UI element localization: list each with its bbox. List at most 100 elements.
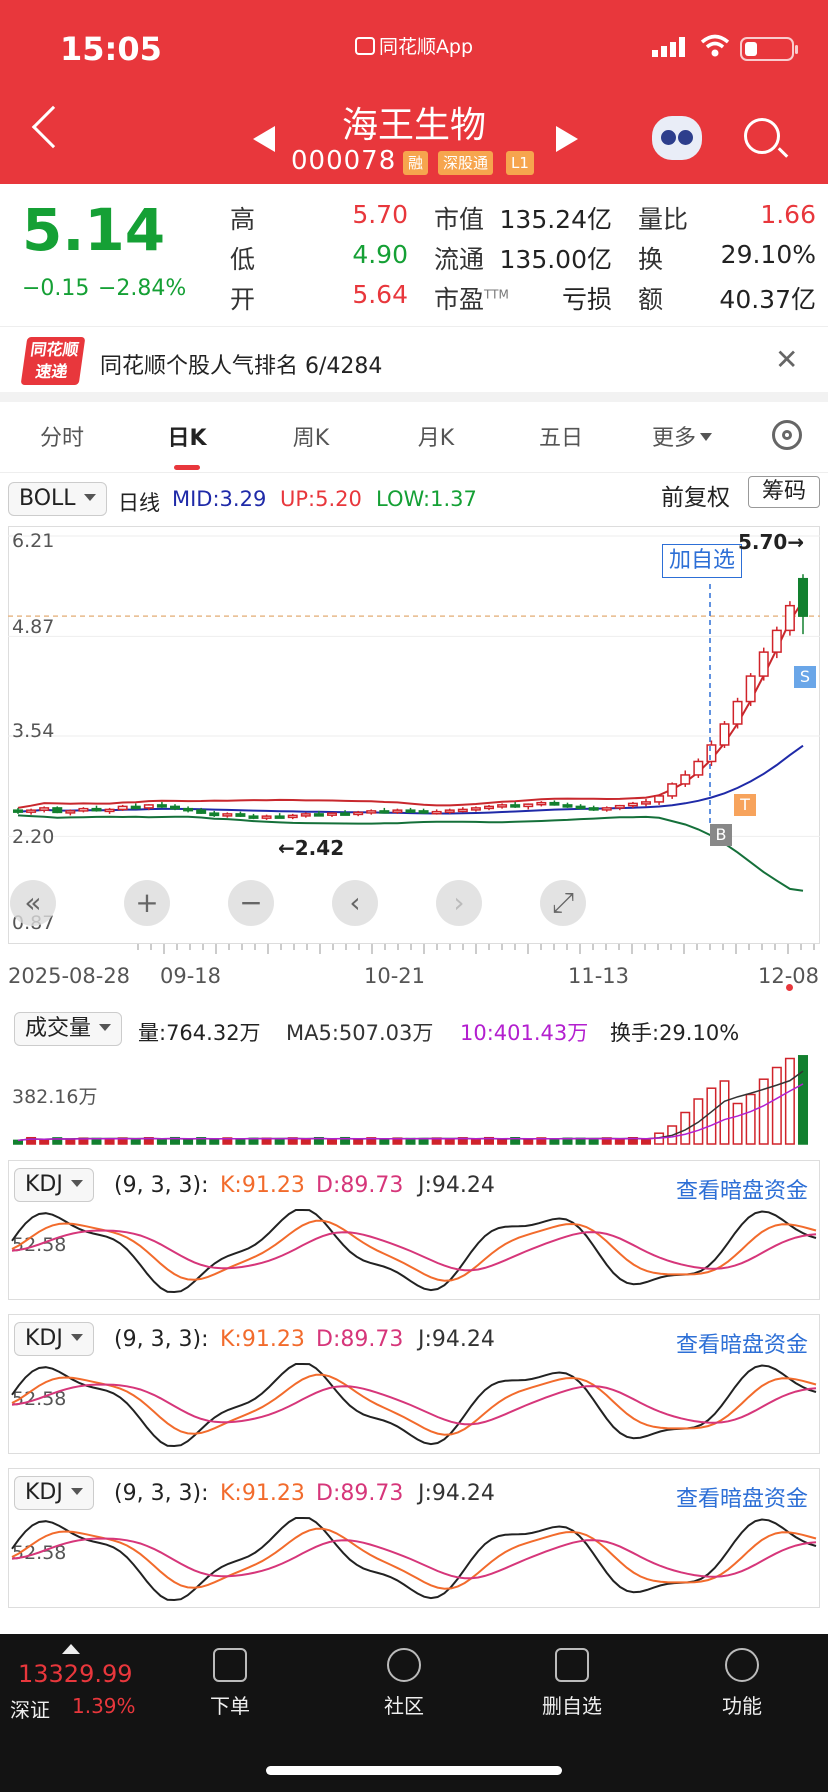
kdj-k-line — [11, 1527, 817, 1590]
indicator-select-kdj[interactable]: KDJ — [14, 1322, 94, 1356]
candle-body — [680, 774, 691, 785]
kline-chart[interactable] — [8, 526, 820, 944]
candle-body — [274, 815, 285, 819]
indicator-select-volume[interactable]: 成交量 — [14, 1012, 123, 1046]
candle-body — [758, 651, 769, 677]
close-icon[interactable]: ✕ — [775, 343, 798, 376]
date-label: 11-13 — [568, 964, 630, 988]
date-label: 10-21 — [364, 964, 426, 988]
kdj-k: K:91.23 — [220, 1327, 305, 1352]
volume-ma10: 10:401.43万 — [460, 1021, 589, 1045]
tab-monthly-k[interactable]: 月K — [396, 420, 476, 452]
price-tick: 3.54 — [12, 720, 55, 742]
candle-body — [183, 807, 194, 812]
tab-more[interactable]: 更多 — [642, 420, 722, 452]
volume-chart[interactable] — [8, 1050, 820, 1146]
volume-bar — [497, 1139, 508, 1145]
expand-up-icon[interactable] — [62, 1644, 80, 1654]
float-value: 135.00亿 — [499, 245, 612, 274]
zoom-in-button[interactable]: + — [124, 880, 170, 926]
tab-daily-k[interactable]: 日K — [147, 420, 227, 452]
tab-weekly-k[interactable]: 周K — [271, 420, 351, 452]
next-stock-icon[interactable] — [556, 126, 578, 152]
tab-intraday[interactable]: 分时 — [22, 420, 102, 452]
zoom-out-button[interactable]: − — [228, 880, 274, 926]
price-change-pct: −2.84% — [98, 276, 187, 301]
kdj-chart[interactable] — [8, 1204, 820, 1298]
volume-bar — [156, 1139, 167, 1145]
kdj-chart[interactable] — [8, 1358, 820, 1452]
tag-level1: L1 — [506, 151, 534, 175]
volume-bar — [379, 1138, 390, 1145]
volume-bar — [784, 1057, 795, 1145]
scroll-start-button[interactable]: « — [10, 880, 56, 926]
dark-pool-link[interactable]: 查看暗盘资金 — [676, 1173, 808, 1205]
high-marker: 5.70→ — [738, 530, 805, 554]
t-marker[interactable]: T — [734, 794, 756, 816]
candle-body — [418, 810, 429, 814]
candle-body — [523, 803, 534, 808]
candle-body — [39, 807, 50, 811]
candle-body — [771, 629, 782, 653]
scroll-right-button[interactable]: › — [436, 880, 482, 926]
kdj-d-line — [11, 1229, 817, 1272]
dark-pool-link[interactable]: 查看暗盘资金 — [676, 1327, 808, 1359]
kdj-params: (9, 3, 3): — [114, 1481, 209, 1506]
price-tick: 4.87 — [12, 616, 55, 638]
sell-marker[interactable]: S — [794, 666, 816, 688]
amount-label: 额 — [638, 285, 664, 314]
nav-order[interactable]: 下单 — [180, 1640, 280, 1719]
candle-body — [483, 805, 495, 810]
kdj-params: (9, 3, 3): — [114, 1327, 209, 1352]
open-label: 开 — [230, 285, 256, 314]
buy-marker[interactable]: B — [710, 824, 732, 846]
candle-body — [588, 807, 599, 811]
add-watchlist-button[interactable]: 加自选 — [662, 544, 743, 578]
kdj-d: D:89.73 — [316, 1481, 404, 1506]
float-label: 流通 — [434, 245, 485, 274]
tag-margin: 融 — [403, 151, 429, 175]
candle-body — [497, 804, 508, 808]
index-value[interactable]: 13329.99 — [18, 1660, 133, 1688]
candle-body — [26, 809, 37, 813]
settings-gear-icon[interactable] — [772, 420, 802, 450]
kdj-d-line — [11, 1537, 817, 1580]
candle-body — [209, 812, 220, 817]
boll-up: UP:5.20 — [280, 487, 362, 511]
nav-remove-watch[interactable]: 删自选 — [522, 1640, 622, 1719]
volume-bar — [732, 1102, 743, 1145]
scroll-left-button[interactable]: ‹ — [332, 880, 378, 926]
dark-pool-link[interactable]: 查看暗盘资金 — [676, 1481, 808, 1513]
chip-button[interactable]: 筹码 — [748, 476, 820, 508]
date-label: 09-18 — [160, 964, 222, 988]
search-icon[interactable] — [744, 118, 789, 158]
indicator-select-kdj[interactable]: KDJ — [14, 1168, 94, 1202]
assistant-robot-icon[interactable] — [652, 116, 702, 160]
adjust-label[interactable]: 前复权 — [661, 478, 730, 512]
candle-body — [732, 700, 743, 725]
fullscreen-button[interactable]: ⤢ — [540, 880, 586, 926]
tag-hk-connect: 深股通 — [438, 151, 494, 175]
volume-bar — [549, 1138, 560, 1145]
banner-text: 同花顺个股人气排名 6/4284 — [100, 354, 383, 379]
volume-bar — [719, 1080, 730, 1145]
indicator-select-boll[interactable]: BOLL — [8, 482, 107, 516]
home-indicator — [266, 1766, 562, 1775]
nav-community[interactable]: 社区 — [354, 1640, 454, 1719]
tab-five-day[interactable]: 五日 — [521, 420, 601, 452]
community-icon — [387, 1648, 421, 1682]
nav-functions[interactable]: 功能 — [692, 1640, 792, 1719]
high-value: 5.70 — [352, 200, 408, 229]
volume-bar — [614, 1138, 625, 1145]
news-banner[interactable]: 同花顺 速递 同花顺个股人气排名 6/4284 ✕ — [0, 326, 828, 394]
low-label: 低 — [230, 245, 256, 274]
kdj-j-line — [11, 1209, 817, 1294]
price-tick: 2.20 — [12, 826, 55, 848]
kdj-chart[interactable] — [8, 1512, 820, 1606]
volume-ma5-line — [17, 1070, 804, 1142]
candle-body — [379, 810, 390, 814]
candle-body — [156, 804, 167, 808]
low-marker: ←2.42 — [278, 836, 345, 860]
volume-turnover: 换手:29.10% — [610, 1021, 740, 1045]
indicator-select-kdj[interactable]: KDJ — [14, 1476, 94, 1510]
